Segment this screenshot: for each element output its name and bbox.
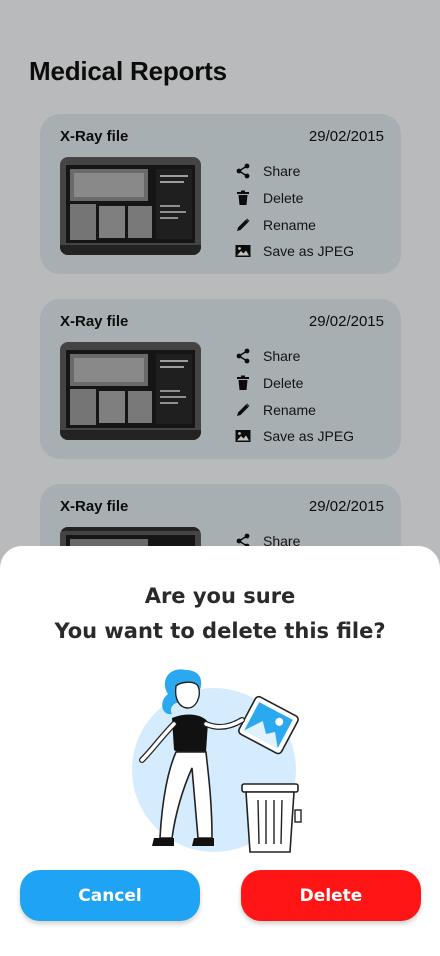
trash-can-illustration bbox=[241, 783, 302, 853]
cancel-button[interactable]: Cancel bbox=[20, 870, 200, 921]
delete-illustration bbox=[128, 660, 318, 860]
delete-confirmation-sheet: Are you sure You want to delete this fil… bbox=[0, 546, 440, 956]
dialog-question-line2: You want to delete this file? bbox=[54, 619, 386, 643]
confirm-delete-button[interactable]: Delete bbox=[241, 870, 421, 921]
dialog-question-line1: Are you sure bbox=[144, 584, 296, 608]
